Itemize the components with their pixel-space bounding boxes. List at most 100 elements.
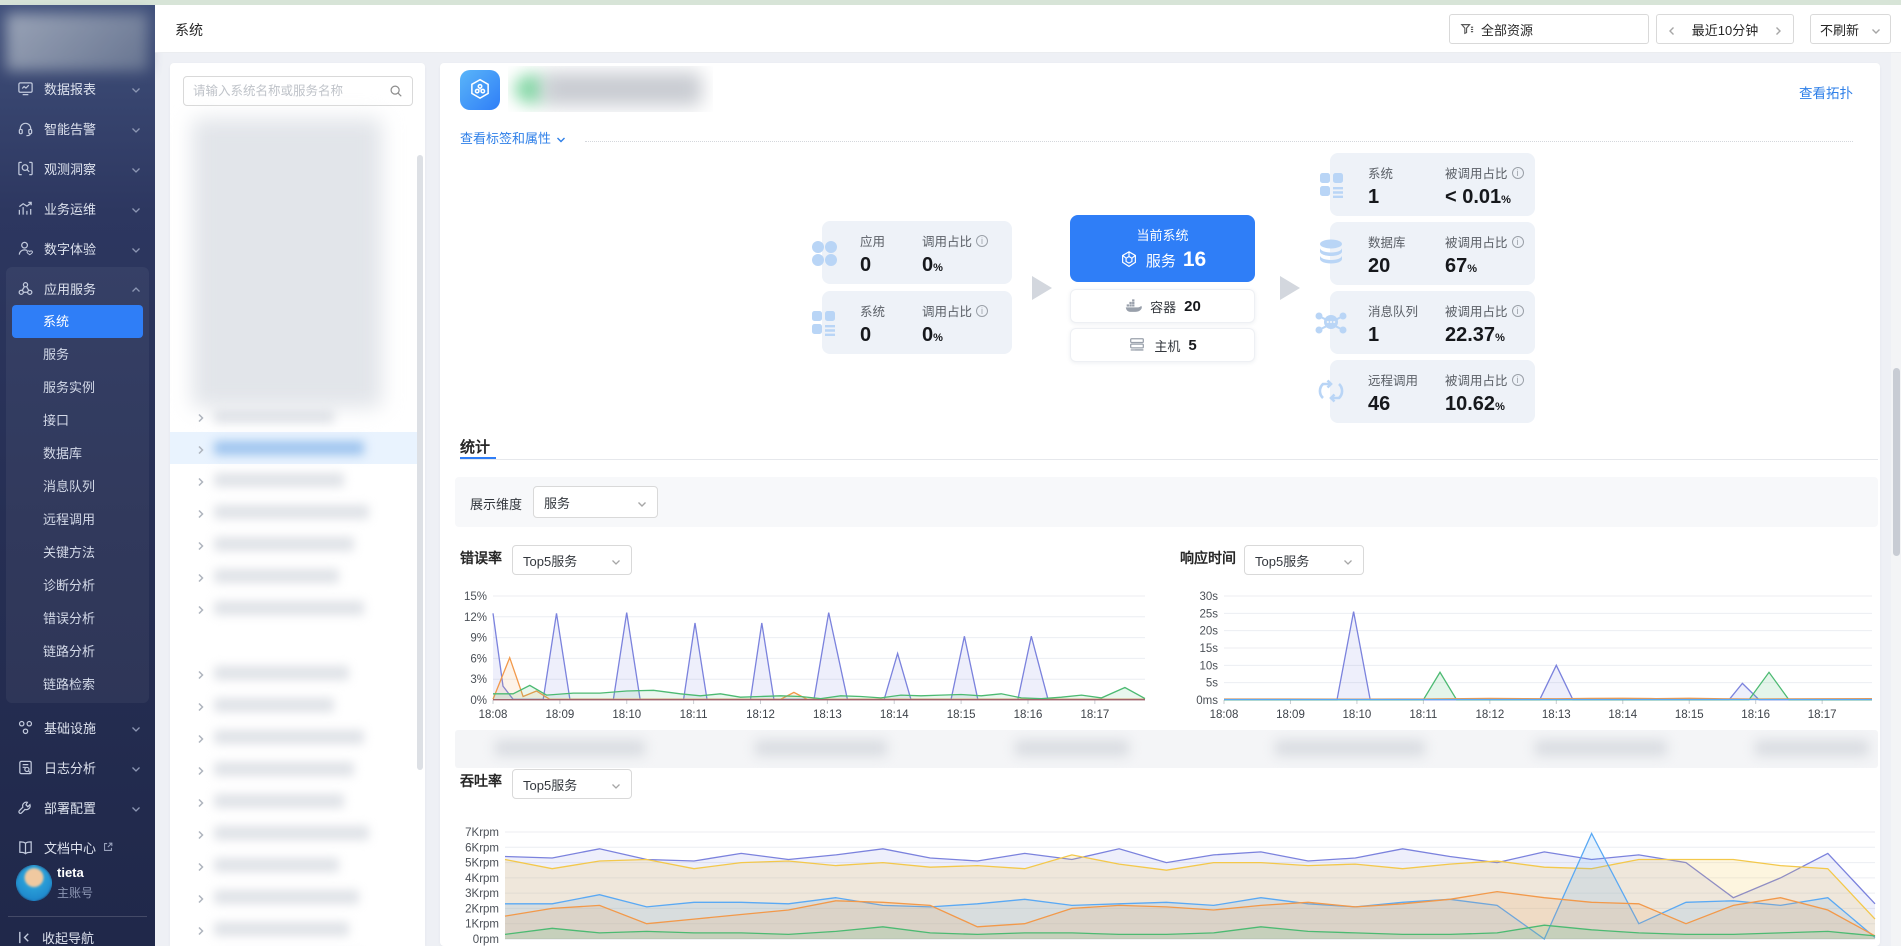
expand-chevron-icon[interactable] (196, 667, 206, 677)
collapse-nav-button[interactable]: 收起导航 (0, 924, 155, 946)
list-item[interactable] (170, 560, 417, 592)
search-input[interactable] (193, 84, 389, 98)
chart-错误率: 0%3%6%9%12%15%18:0818:0918:1018:1118:121… (455, 588, 1155, 728)
list-scrollbar[interactable] (417, 155, 423, 770)
sidebar-subitem-错误分析[interactable]: 错误分析 (12, 602, 143, 635)
expand-chevron-icon[interactable] (196, 602, 206, 612)
sidebar-subitem-链路分析[interactable]: 链路分析 (12, 635, 143, 668)
info-icon[interactable]: i (1512, 236, 1524, 248)
list-item[interactable] (170, 464, 417, 496)
sidebar-subitem-接口[interactable]: 接口 (12, 404, 143, 437)
chart-top5-select-2[interactable]: Top5服务 (512, 769, 632, 799)
chart-top5-select-0[interactable]: Top5服务 (512, 545, 632, 575)
chart-top5-select-1[interactable]: Top5服务 (1244, 545, 1364, 575)
list-item[interactable] (170, 689, 417, 721)
sidebar-subitem-链路检索[interactable]: 链路检索 (12, 668, 143, 701)
svg-text:20s: 20s (1199, 626, 1218, 638)
list-item[interactable] (170, 881, 417, 913)
current-system-node[interactable]: 当前系统服务16 (1070, 215, 1255, 282)
expand-chevron-icon[interactable] (196, 570, 206, 580)
sidebar-item-1[interactable]: 智能告警 (0, 108, 155, 148)
mq-icon (1311, 302, 1351, 342)
sidebar-subitem-关键方法[interactable]: 关键方法 (12, 536, 143, 569)
chart-title-2: 吞吐率 (460, 771, 502, 791)
expand-chevron-icon[interactable] (196, 538, 206, 548)
time-range-label[interactable]: 最近10分钟 (1692, 20, 1758, 39)
list-item[interactable] (170, 496, 417, 528)
sidebar-item-5[interactable]: 应用服务 (0, 268, 155, 308)
list-item[interactable] (170, 913, 417, 945)
blurred-item-name (214, 762, 354, 776)
chevron-left-icon[interactable] (1667, 24, 1677, 34)
list-item[interactable] (170, 432, 417, 464)
info-icon[interactable]: i (1512, 374, 1524, 386)
sidebar-subitem-系统[interactable]: 系统 (12, 305, 143, 338)
sidebar-subitem-远程调用[interactable]: 远程调用 (12, 503, 143, 536)
sidebar-subitem-诊断分析[interactable]: 诊断分析 (12, 569, 143, 602)
list-item[interactable] (170, 528, 417, 560)
infra-icon (17, 719, 34, 736)
sidebar-item-7[interactable]: 日志分析 (0, 747, 155, 787)
refresh-select[interactable]: 不刷新 (1810, 14, 1891, 44)
center-sub-容器[interactable]: 容器20 (1070, 289, 1255, 323)
info-icon[interactable]: i (1512, 305, 1524, 317)
sidebar-subitem-服务实例[interactable]: 服务实例 (12, 371, 143, 404)
info-icon[interactable]: i (976, 235, 988, 247)
expand-chevron-icon[interactable] (196, 410, 206, 420)
search-icon[interactable] (389, 84, 403, 98)
topo-card-系统[interactable]: 系统1被调用占比i< 0.01% (1330, 153, 1535, 216)
chevron-right-icon[interactable] (1773, 24, 1783, 34)
doc-icon (17, 839, 34, 856)
expand-chevron-icon[interactable] (196, 731, 206, 741)
metric-value: 0% (922, 254, 988, 277)
sidebar-item-4[interactable]: 数字体验 (0, 228, 155, 268)
page-scrollbar-thumb[interactable] (1893, 368, 1900, 556)
topo-card-app[interactable]: 应用0调用占比i0% (822, 221, 1012, 284)
sidebar-item-6[interactable]: 基础设施 (0, 707, 155, 747)
search-box[interactable] (183, 76, 413, 106)
list-item[interactable] (170, 721, 417, 753)
sidebar-subitem-数据库[interactable]: 数据库 (12, 437, 143, 470)
list-item[interactable] (170, 817, 417, 849)
expand-chevron-icon[interactable] (196, 923, 206, 933)
list-item[interactable] (170, 849, 417, 881)
sidebar-item-0[interactable]: 数据报表 (0, 68, 155, 108)
sidebar-item-8[interactable]: 部署配置 (0, 787, 155, 827)
resource-filter[interactable]: 全部资源 (1449, 14, 1649, 44)
list-item[interactable] (170, 400, 417, 432)
sidebar-subitem-服务[interactable]: 服务 (12, 338, 143, 371)
sidebar-item-2[interactable]: 观测洞察 (0, 148, 155, 188)
list-item[interactable] (170, 657, 417, 689)
expand-chevron-icon[interactable] (196, 827, 206, 837)
view-tags-link[interactable]: 查看标签和属性 (460, 128, 566, 147)
expand-chevron-icon[interactable] (196, 859, 206, 869)
tab-statistics[interactable]: 统计 (460, 436, 490, 457)
view-topology-link[interactable]: 查看拓扑 (1799, 82, 1853, 102)
expand-chevron-icon[interactable] (196, 763, 206, 773)
svg-text:18:13: 18:13 (1542, 709, 1571, 721)
user-block[interactable]: tieta 主账号 (0, 861, 155, 913)
expand-chevron-icon[interactable] (196, 506, 206, 516)
time-range-picker[interactable]: 最近10分钟 (1656, 14, 1794, 44)
topo-card-system-left[interactable]: 系统0调用占比i0% (822, 291, 1012, 354)
center-sub-主机[interactable]: 主机5 (1070, 328, 1255, 362)
list-item[interactable] (170, 785, 417, 817)
info-icon[interactable]: i (976, 305, 988, 317)
flow-arrow-right (1280, 276, 1300, 300)
list-item[interactable] (170, 753, 417, 785)
dimension-select[interactable]: 服务 (533, 486, 658, 518)
topo-card-数据库[interactable]: 数据库20被调用占比i67% (1330, 222, 1535, 285)
info-icon[interactable]: i (1512, 167, 1524, 179)
chevron-down-icon (556, 133, 566, 143)
topo-card-远程调用[interactable]: 远程调用46被调用占比i10.62% (1330, 360, 1535, 423)
expand-chevron-icon[interactable] (196, 699, 206, 709)
expand-chevron-icon[interactable] (196, 795, 206, 805)
sidebar-subitem-消息队列[interactable]: 消息队列 (12, 470, 143, 503)
topo-card-消息队列[interactable]: 消息队列1被调用占比i22.37% (1330, 291, 1535, 354)
list-item[interactable] (170, 592, 417, 624)
expand-chevron-icon[interactable] (196, 442, 206, 452)
expand-chevron-icon[interactable] (196, 474, 206, 484)
svg-text:7Krpm: 7Krpm (465, 827, 499, 839)
expand-chevron-icon[interactable] (196, 891, 206, 901)
sidebar-item-3[interactable]: 业务运维 (0, 188, 155, 228)
